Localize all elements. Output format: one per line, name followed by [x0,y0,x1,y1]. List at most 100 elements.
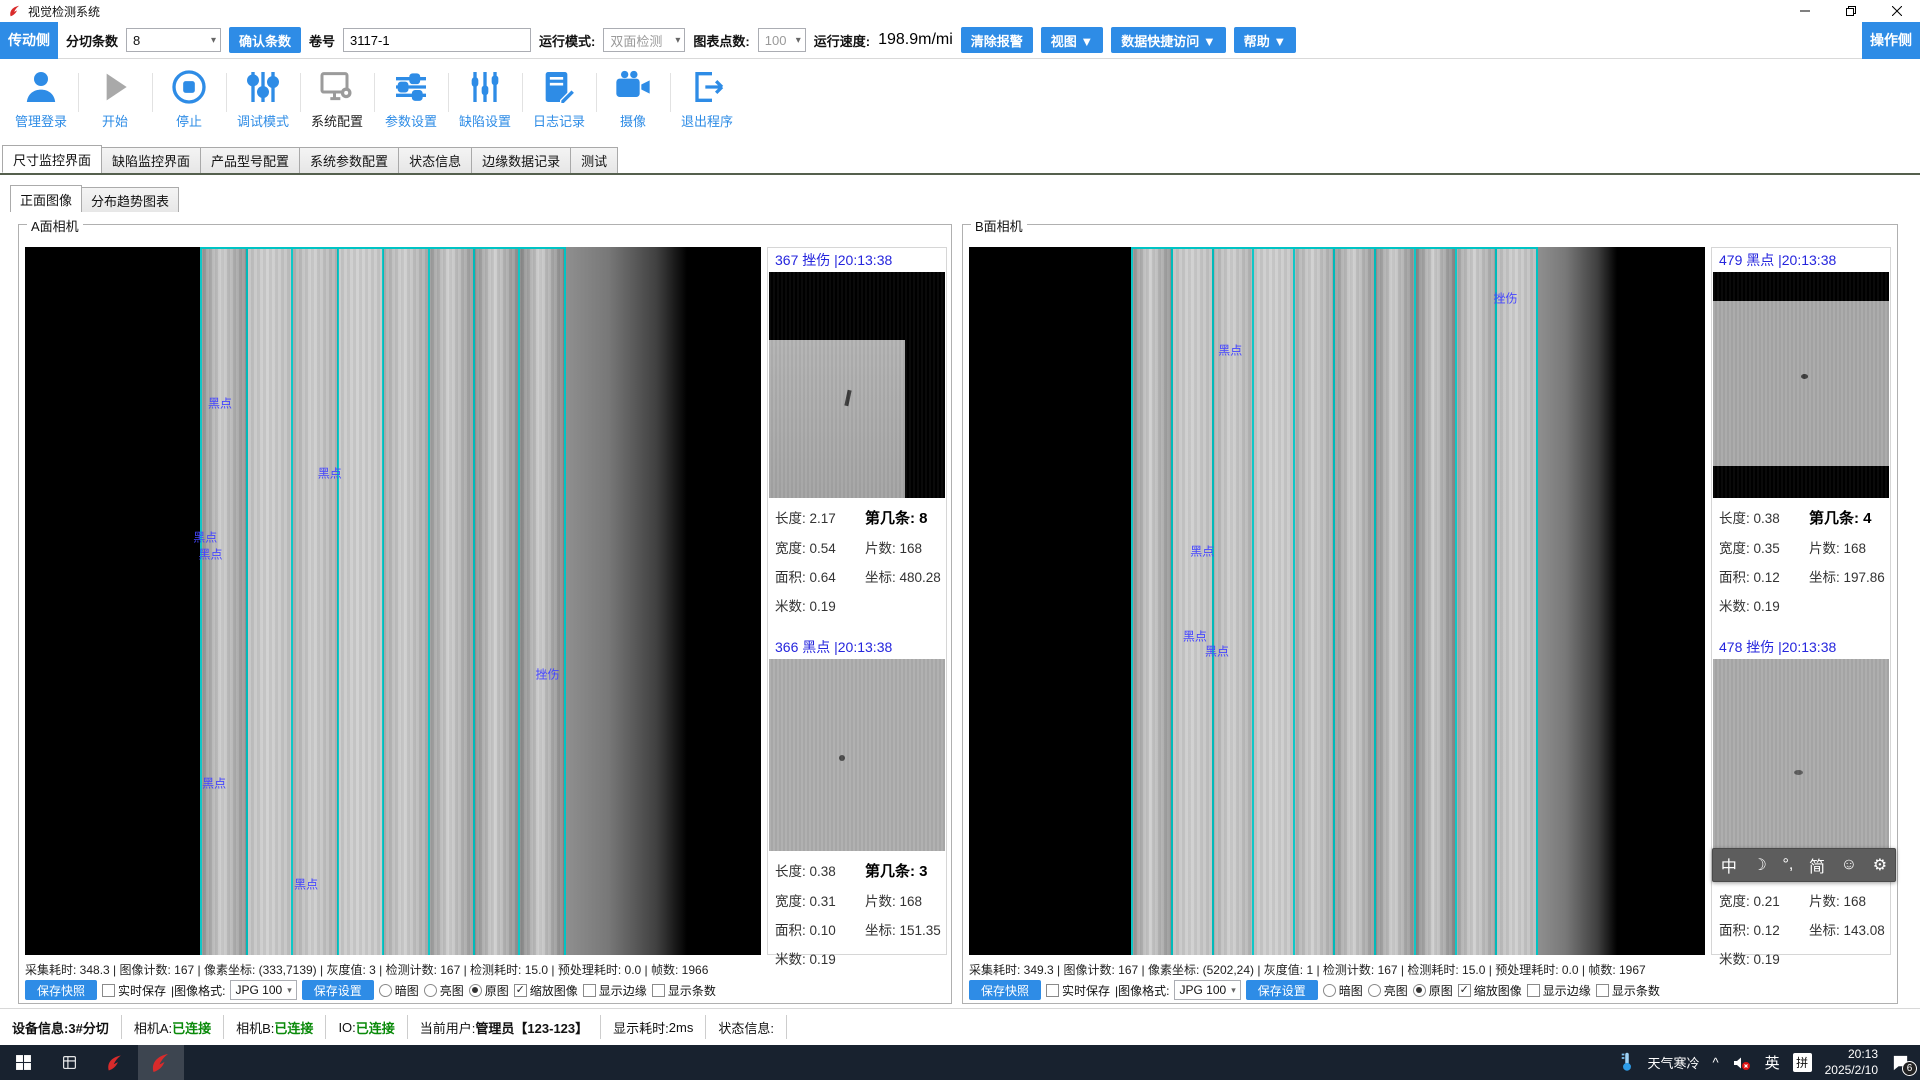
ime-simplified[interactable]: 简 [1809,853,1825,877]
toolbar-item-label: 停止 [176,111,202,130]
status-segment-4: 当前用户: 管理员【123-123】 [408,1015,601,1039]
save-settings-button[interactable]: 保存设置 [1246,980,1318,1000]
start-button[interactable] [0,1045,46,1080]
ime-indicator[interactable]: 拼 [1793,1053,1812,1072]
taskbar-clock[interactable]: 20:13 2025/2/10 [1825,1047,1878,1078]
tab-main-0[interactable]: 尺寸监控界面 [2,145,102,173]
defect-entry[interactable]: 478 挫伤 |20:13:38长度: 0.57第几条: 3宽度: 0.21片数… [1713,635,1889,968]
toolbar-item-debug-sliders[interactable]: 调试模式 [226,59,300,130]
slit-band [200,247,566,955]
tray-expand-caret[interactable]: ^ [1712,1055,1718,1070]
image-format-select[interactable]: JPG 100▾ [1174,980,1240,1000]
play-icon [95,67,135,107]
view-menu-button[interactable]: 视图 ▼ [1041,27,1103,53]
tab-sub-1[interactable]: 分布趋势图表 [81,187,179,212]
operator-side-button[interactable]: 操作侧 [1862,22,1920,59]
confirm-count-button[interactable]: 确认条数 [229,27,301,53]
minimize-button[interactable] [1782,0,1828,22]
radio-icon [1368,984,1381,997]
toolbar-item-log[interactable]: 日志记录 [522,59,596,130]
toolbar-item-user[interactable]: 管理登录 [4,59,78,130]
stat-value: 宽度: 0.31 [775,890,859,910]
language-indicator[interactable]: 英 [1765,1052,1780,1073]
defect-entry[interactable]: 367 挫伤 |20:13:38长度: 2.17第几条: 8宽度: 0.54片数… [769,248,945,615]
camera-status-text: 采集耗时: 348.3 | 图像计数: 167 | 像素坐标: (333,713… [25,961,708,978]
radio-暗图[interactable]: 暗图 [1323,982,1363,999]
weather-text[interactable]: 天气寒冷 [1647,1053,1699,1072]
ime-emoji-icon[interactable]: ☺ [1841,856,1857,874]
status-label: 当前用户: [420,1018,476,1037]
image-format-label: |图像格式: [1115,982,1169,999]
taskbar-app-icon[interactable] [92,1045,138,1080]
tab-sub-0[interactable]: 正面图像 [10,185,82,212]
checkbox-实时保存[interactable]: 实时保存 [102,982,166,999]
slit-count-select[interactable]: 8 ▾ [126,28,221,52]
taskbar-app-icon-active[interactable] [138,1045,184,1080]
volume-muted-icon[interactable] [1732,1055,1752,1071]
toolbar-item-exit[interactable]: 退出程序 [670,59,744,130]
toolbar-item-param-sliders[interactable]: 参数设置 [374,59,448,130]
notification-center-icon[interactable]: 6 [1891,1053,1910,1072]
checkbox-实时保存[interactable]: 实时保存 [1046,982,1110,999]
ime-fullwidth-moon-icon[interactable]: ☽ [1753,855,1767,875]
defect-label: 黑点 [208,395,232,412]
checkbox-label: 显示边缘 [1543,982,1591,999]
radio-label: 暗图 [1339,982,1363,999]
defect-thumbnail [769,272,945,498]
window-title: 视觉检测系统 [28,3,100,20]
data-quick-access-button[interactable]: 数据快捷访问 ▼ [1111,27,1225,53]
camera-image[interactable]: 黑点黑点黑点黑点挫伤黑点黑点 [25,247,761,955]
tab-main-2[interactable]: 产品型号配置 [200,147,300,173]
radio-原图[interactable]: 原图 [469,982,509,999]
save-snapshot-button[interactable]: 保存快照 [969,980,1041,1000]
radio-icon [1413,984,1426,997]
checkbox-显示条数[interactable]: 显示条数 [1596,982,1660,999]
close-button[interactable] [1874,0,1920,22]
toolbar-item-play[interactable]: 开始 [78,59,152,130]
checkbox-显示边缘[interactable]: 显示边缘 [1527,982,1591,999]
stat-value: 长度: 0.38 [1719,507,1803,528]
checkbox-缩放图像[interactable]: ✓缩放图像 [514,982,578,999]
ime-punctuation-icon[interactable]: °, [1783,856,1794,874]
tab-main-4[interactable]: 状态信息 [398,147,472,173]
clock-time: 20:13 [1848,1047,1878,1063]
toolbar-item-defect-sliders[interactable]: 缺陷设置 [448,59,522,130]
task-view-button[interactable] [46,1045,92,1080]
maximize-button[interactable] [1828,0,1874,22]
image-format-select[interactable]: JPG 100▾ [230,980,296,1000]
tab-main-5[interactable]: 边缘数据记录 [471,147,571,173]
defect-thumbnail [769,659,945,851]
run-mode-label: 运行模式: [539,31,595,50]
slit-strip [1414,249,1455,955]
toolbar-item-stop[interactable]: 停止 [152,59,226,130]
checkbox-显示边缘[interactable]: 显示边缘 [583,982,647,999]
roll-number-input[interactable] [343,28,531,52]
radio-暗图[interactable]: 暗图 [379,982,419,999]
toolbar-item-system-config[interactable]: 系统配置 [300,59,374,130]
run-mode-select[interactable]: 双面检测 ▾ [603,28,685,52]
checkbox-缩放图像[interactable]: ✓缩放图像 [1458,982,1522,999]
defect-entry[interactable]: 479 黑点 |20:13:38长度: 0.38第几条: 4宽度: 0.35片数… [1713,248,1889,615]
defect-label: 挫伤 [1494,289,1518,306]
ime-settings-gear-icon[interactable]: ⚙ [1873,855,1887,875]
defect-entry[interactable]: 366 黑点 |20:13:38长度: 0.38第几条: 3宽度: 0.31片数… [769,635,945,968]
checkbox-显示条数[interactable]: 显示条数 [652,982,716,999]
ime-mode-chinese[interactable]: 中 [1721,853,1737,877]
tab-main-1[interactable]: 缺陷监控界面 [101,147,201,173]
ime-toolbar[interactable]: 中 ☽ °, 简 ☺ ⚙ [1712,848,1896,882]
save-snapshot-button[interactable]: 保存快照 [25,980,97,1000]
help-menu-button[interactable]: 帮助 ▼ [1234,27,1296,53]
tab-main-3[interactable]: 系统参数配置 [299,147,399,173]
top-toolbar: 传动侧 分切条数 8 ▾ 确认条数 卷号 运行模式: 双面检测 ▾ 图表点数: … [0,22,1920,59]
save-settings-button[interactable]: 保存设置 [302,980,374,1000]
radio-原图[interactable]: 原图 [1413,982,1453,999]
radio-亮图[interactable]: 亮图 [1368,982,1408,999]
toolbar-item-video-camera[interactable]: 摄像 [596,59,670,130]
radio-亮图[interactable]: 亮图 [424,982,464,999]
chart-points-select[interactable]: 100 ▾ [758,28,806,52]
tab-main-6[interactable]: 测试 [570,147,618,173]
defect-sliders-icon [465,67,505,107]
drive-side-button[interactable]: 传动侧 [0,22,58,59]
clear-alarm-button[interactable]: 清除报警 [961,27,1033,53]
camera-image[interactable]: 黑点挫伤黑点黑点黑点 [969,247,1705,955]
